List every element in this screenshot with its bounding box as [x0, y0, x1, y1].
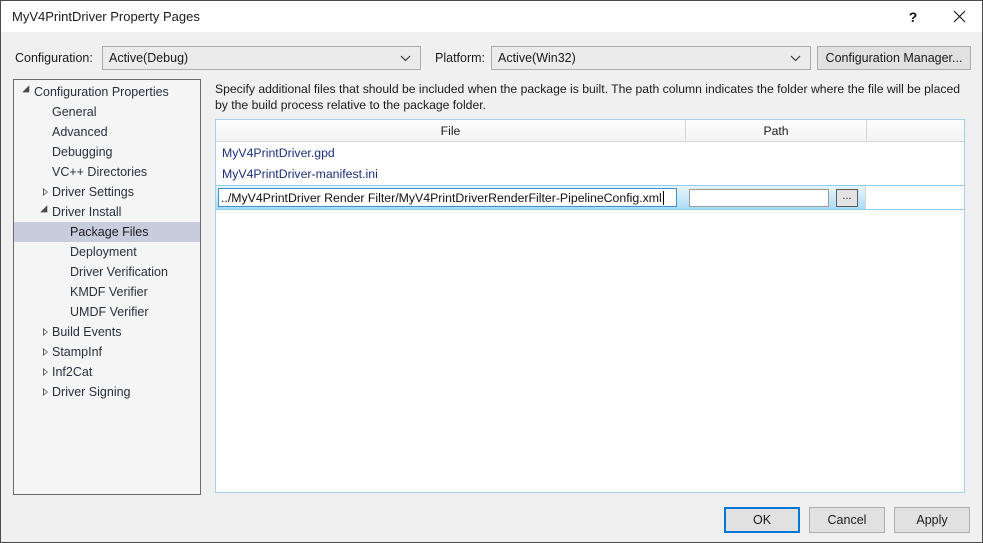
tree-item-label: Debugging	[52, 145, 113, 159]
grid-body: MyV4PrintDriver.gpd MyV4PrintDriver-manif…	[216, 142, 964, 184]
triangle-right-icon	[42, 328, 48, 336]
grid-cell-file: MyV4PrintDriver.gpd	[222, 145, 335, 160]
ok-button[interactable]: OK	[724, 507, 800, 533]
pane-description: Specify additional files that should be …	[215, 82, 961, 112]
configuration-bar: Configuration: Active(Debug) Platform: A…	[1, 32, 982, 72]
platform-value: Active(Win32)	[498, 51, 576, 65]
configuration-tree[interactable]: Configuration Properties General Advanced D…	[14, 80, 200, 402]
tree-item-deployment[interactable]: Deployment	[14, 242, 200, 262]
grid-header-row: File Path	[216, 120, 964, 142]
close-button[interactable]	[936, 1, 982, 32]
platform-label: Platform:	[435, 51, 486, 65]
column-header-file[interactable]: File	[216, 120, 686, 141]
tree-item-label: Configuration Properties	[34, 85, 169, 99]
column-header-spacer[interactable]	[867, 120, 964, 141]
tree-item-package-files[interactable]: Package Files	[14, 222, 200, 242]
file-path-input-value: ../MyV4PrintDriver Render Filter/MyV4Pri…	[221, 190, 662, 205]
tree-item-stampinf[interactable]: StampInf	[14, 342, 200, 362]
tree-item-label: Driver Settings	[52, 185, 134, 199]
grid-row-spacer-cell	[865, 186, 964, 209]
expander-closed-icon[interactable]	[38, 188, 52, 196]
file-path-input[interactable]: ../MyV4PrintDriver Render Filter/MyV4Pri…	[218, 188, 677, 207]
column-header-path[interactable]: Path	[686, 120, 867, 141]
window-title: MyV4PrintDriver Property Pages	[12, 9, 200, 24]
expander-open-icon[interactable]	[38, 205, 52, 217]
browse-button[interactable]: ...	[836, 189, 858, 207]
apply-button[interactable]: Apply	[894, 507, 970, 533]
tree-item-label: Driver Verification	[70, 265, 168, 279]
tree-item-label: StampInf	[52, 345, 103, 359]
configuration-manager-button[interactable]: Configuration Manager...	[817, 46, 971, 70]
tree-item-label: Build Events	[52, 325, 122, 339]
question-mark-icon: ?	[908, 8, 918, 25]
tree-item-configuration-properties[interactable]: Configuration Properties	[14, 82, 200, 102]
chevron-down-icon	[397, 55, 414, 62]
property-pages-dialog: MyV4PrintDriver Property Pages ? Configu…	[0, 0, 983, 543]
tree-item-driver-settings[interactable]: Driver Settings	[14, 182, 200, 202]
configuration-combobox[interactable]: Active(Debug)	[102, 46, 421, 70]
triangle-down-icon	[39, 205, 51, 216]
tree-item-debugging[interactable]: Debugging	[14, 142, 200, 162]
grid-row[interactable]: MyV4PrintDriver.gpd	[216, 142, 964, 163]
configuration-label: Configuration:	[15, 51, 93, 65]
triangle-right-icon	[42, 188, 48, 196]
tree-item-label: Driver Install	[52, 205, 122, 219]
expander-closed-icon[interactable]	[38, 348, 52, 356]
tree-item-advanced[interactable]: Advanced	[14, 122, 200, 142]
triangle-right-icon	[42, 348, 48, 356]
tree-item-vc-directories[interactable]: VC++ Directories	[14, 162, 200, 182]
package-files-pane: Specify additional files that should be …	[215, 81, 971, 495]
triangle-down-icon	[21, 85, 33, 96]
expander-closed-icon[interactable]	[38, 328, 52, 336]
tree-item-umdf-verifier[interactable]: UMDF Verifier	[14, 302, 200, 322]
text-caret	[662, 190, 664, 205]
title-bar: MyV4PrintDriver Property Pages ?	[1, 1, 982, 32]
tree-item-label: KMDF Verifier	[70, 285, 148, 299]
tree-item-label: Advanced	[52, 125, 108, 139]
platform-combobox[interactable]: Active(Win32)	[491, 46, 811, 70]
tree-item-driver-verification[interactable]: Driver Verification	[14, 262, 200, 282]
tree-item-driver-signing[interactable]: Driver Signing	[14, 382, 200, 402]
grid-row-editing[interactable]: ../MyV4PrintDriver Render Filter/MyV4Pri…	[216, 185, 964, 210]
tree-item-label: Package Files	[70, 225, 149, 239]
tree-item-label: General	[52, 105, 97, 119]
tree-item-build-events[interactable]: Build Events	[14, 322, 200, 342]
expander-closed-icon[interactable]	[38, 368, 52, 376]
close-icon	[953, 10, 965, 23]
grid-row[interactable]: MyV4PrintDriver-manifest.ini	[216, 163, 964, 184]
tree-item-label: Inf2Cat	[52, 365, 93, 379]
chevron-down-icon	[787, 55, 804, 62]
triangle-right-icon	[42, 368, 48, 376]
help-button[interactable]: ?	[890, 1, 936, 32]
tree-item-inf2cat[interactable]: Inf2Cat	[14, 362, 200, 382]
path-input[interactable]	[689, 189, 829, 207]
tree-item-kmdf-verifier[interactable]: KMDF Verifier	[14, 282, 200, 302]
cancel-button[interactable]: Cancel	[809, 507, 885, 533]
package-files-grid[interactable]: File Path MyV4PrintDriver.gpd MyV4PrintDr…	[215, 119, 965, 493]
triangle-right-icon	[42, 388, 48, 396]
tree-item-label: VC++ Directories	[52, 165, 148, 179]
configuration-value: Active(Debug)	[109, 51, 189, 65]
expander-open-icon[interactable]	[20, 85, 34, 97]
tree-item-driver-install[interactable]: Driver Install	[14, 202, 200, 222]
tree-item-label: Deployment	[70, 245, 137, 259]
expander-closed-icon[interactable]	[38, 388, 52, 396]
tree-item-label: Driver Signing	[52, 385, 131, 399]
tree-item-label: UMDF Verifier	[70, 305, 149, 319]
tree-item-general[interactable]: General	[14, 102, 200, 122]
configuration-tree-panel: Configuration Properties General Advanced D…	[13, 79, 201, 495]
grid-cell-file: MyV4PrintDriver-manifest.ini	[222, 166, 378, 181]
